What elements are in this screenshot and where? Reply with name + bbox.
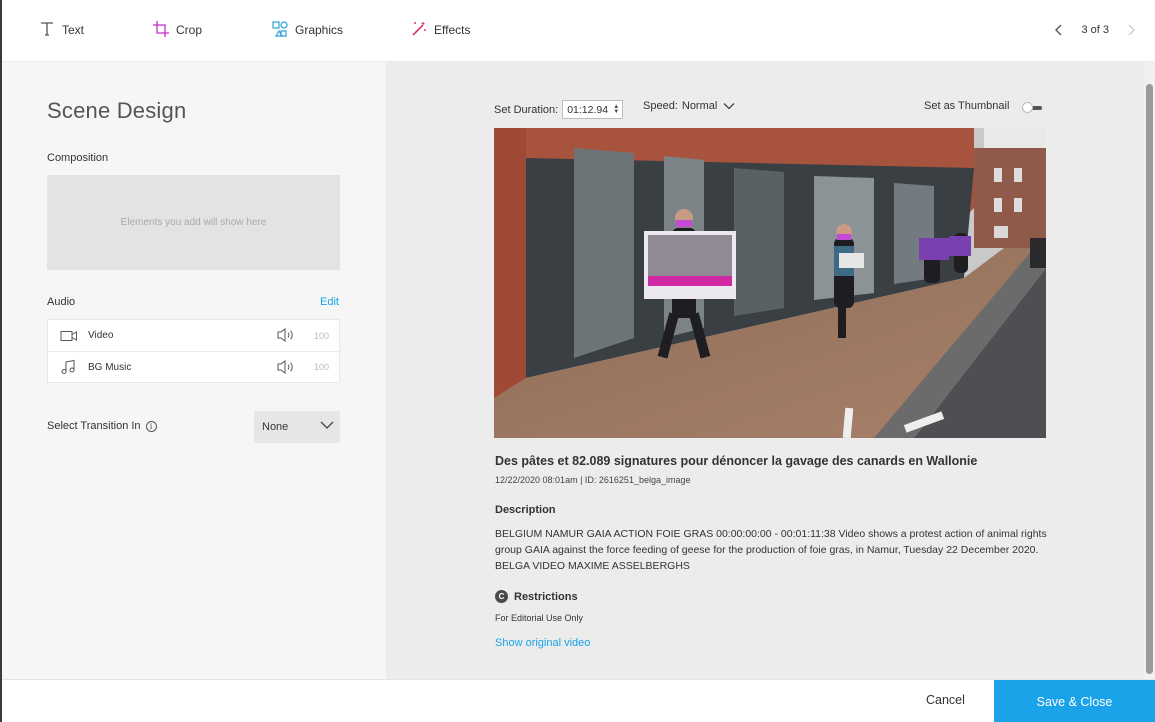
speed-label: Speed:	[643, 100, 678, 112]
audio-track-name: BG Music	[88, 361, 132, 373]
chevron-left-icon[interactable]	[1051, 18, 1067, 42]
graphics-icon	[271, 20, 289, 41]
crop-tool-button[interactable]: Crop	[152, 20, 202, 40]
duration-label: Set Duration:	[494, 103, 559, 116]
volume-value: 100	[313, 362, 329, 372]
audio-track-video: Video 100	[48, 320, 339, 351]
cancel-button[interactable]: Cancel	[926, 693, 965, 707]
duration-control: Set Duration: 01:12.94 ▲ ▼	[494, 100, 624, 119]
scene-design-panel: Scene Design Composition Elements you ad…	[2, 62, 386, 679]
chevron-right-icon[interactable]	[1123, 18, 1139, 42]
transition-select[interactable]: None	[254, 411, 340, 443]
transition-select-value: None	[262, 421, 289, 433]
crop-icon	[152, 20, 170, 41]
video-frame-image	[494, 128, 1046, 438]
speed-value: Normal	[681, 100, 718, 112]
scene-preview-panel: Set Duration: 01:12.94 ▲ ▼ Speed: Normal …	[386, 62, 1144, 679]
transition-label: Select Transition In	[47, 420, 141, 432]
thumbnail-toggle[interactable]	[1022, 102, 1044, 113]
panel-title: Scene Design	[47, 98, 187, 123]
music-note-icon	[60, 359, 78, 375]
copyright-icon: C	[495, 590, 508, 603]
volume-icon[interactable]	[276, 359, 296, 375]
scrollbar-thumb[interactable]	[1146, 84, 1153, 674]
restrictions-label: Restrictions	[514, 590, 578, 603]
scrollbar[interactable]	[1144, 62, 1155, 679]
audio-track-list: Video 100 BG Music 100	[47, 319, 340, 383]
duration-value: 01:12.94	[567, 103, 609, 116]
pager-text: 3 of 3	[1081, 24, 1109, 36]
crop-tool-label: Crop	[176, 23, 203, 37]
description-label: Description	[495, 504, 556, 516]
info-icon[interactable]: i	[145, 420, 157, 432]
composition-placeholder: Elements you add will show here	[120, 217, 267, 228]
graphics-tool-label: Graphics	[295, 23, 344, 37]
composition-label: Composition	[47, 152, 109, 164]
scene-pager: 3 of 3	[1051, 18, 1139, 42]
volume-value: 100	[313, 330, 329, 341]
audio-label: Audio	[47, 296, 76, 308]
modal-footer: Cancel Save & Close	[2, 679, 1155, 722]
audio-edit-link[interactable]: Edit	[320, 296, 339, 308]
spinner-icon[interactable]: ▲ ▼	[613, 104, 619, 115]
thumbnail-label: Set as Thumbnail	[924, 100, 1010, 112]
text-tool-button[interactable]: Text	[38, 20, 84, 40]
graphics-tool-button[interactable]: Graphics	[271, 20, 343, 40]
text-icon	[38, 20, 56, 41]
duration-input[interactable]: 01:12.94 ▲ ▼	[562, 100, 624, 119]
restrictions-heading: C Restrictions	[495, 590, 578, 603]
effects-tool-label: Effects	[434, 23, 471, 37]
effects-icon	[410, 20, 428, 41]
chevron-down-icon	[723, 103, 735, 110]
show-original-video-link[interactable]: Show original video	[495, 637, 590, 649]
video-preview[interactable]	[494, 128, 1046, 438]
scene-design-modal: Text Crop Graphics Effects 3 of 3 Scene …	[2, 0, 1155, 722]
chevron-down-icon	[320, 421, 334, 429]
volume-icon[interactable]	[276, 327, 296, 343]
description-text: BELGIUM NAMUR GAIA ACTION FOIE GRAS 00:0…	[495, 528, 1047, 572]
audio-track-name: Video	[88, 330, 114, 341]
video-meta: 12/22/2020 08:01am | ID: 2616251_belga_i…	[495, 475, 691, 485]
video-camera-icon	[60, 328, 78, 344]
restrictions-text: For Editorial Use Only	[495, 613, 584, 623]
effects-tool-button[interactable]: Effects	[410, 20, 470, 40]
text-tool-label: Text	[62, 23, 85, 37]
transition-label-row: Select Transition In i	[47, 420, 157, 432]
editor-toolbar: Text Crop Graphics Effects 3 of 3	[2, 0, 1155, 62]
speed-control[interactable]: Speed: Normal	[643, 100, 735, 112]
composition-dropzone[interactable]: Elements you add will show here	[47, 175, 340, 270]
audio-track-bg-music: BG Music 100	[48, 351, 339, 382]
video-title: Des pâtes et 82.089 signatures pour déno…	[495, 454, 978, 468]
save-and-close-button[interactable]: Save & Close	[994, 680, 1155, 722]
